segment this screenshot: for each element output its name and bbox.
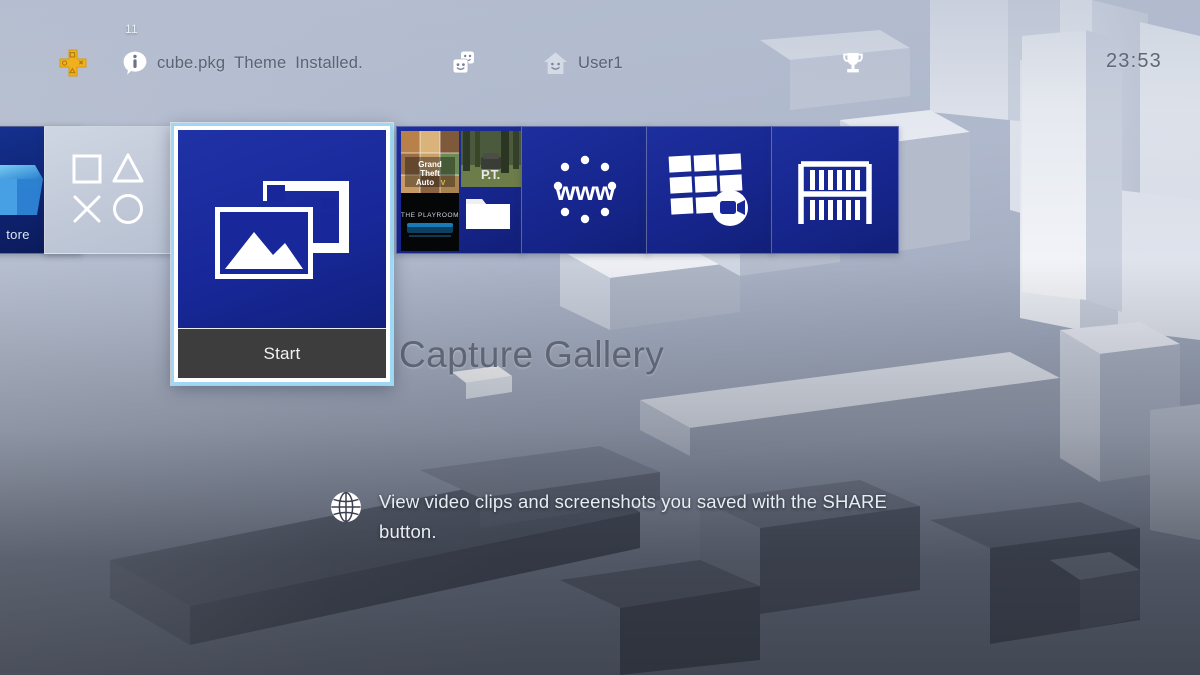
svg-text:THE PLAYROOM: THE PLAYROOM: [401, 212, 459, 219]
game-thumbnails-grid: Grand Theft Auto V P.T. THE PLAYROOM: [401, 131, 521, 251]
start-button-label: Start: [263, 343, 301, 363]
page-title: Capture Gallery: [399, 334, 665, 375]
svg-text:www: www: [554, 176, 615, 206]
selection-description: View video clips and screenshots you sav…: [330, 487, 940, 547]
notification-file-name: cube.pkg: [157, 53, 226, 72]
tile-live-from-playstation[interactable]: [646, 126, 774, 254]
trophy-icon[interactable]: [840, 46, 866, 80]
description-text: View video clips and screenshots you sav…: [379, 491, 887, 542]
top-status-bar: 11 cube.pkg Theme Installed. User1 23:53: [0, 0, 1200, 100]
thumbnail-pt[interactable]: P.T.: [461, 131, 521, 187]
notification-status: Installed.: [295, 53, 363, 72]
notification-text: cube.pkg Theme Installed.: [157, 54, 372, 73]
user-name-label: User1: [578, 53, 623, 72]
tile-capture-gallery-inner: Start: [177, 129, 387, 379]
bookshelf-icon: [772, 127, 898, 253]
folder-icon[interactable]: [464, 193, 512, 238]
svg-text:P.T.: P.T.: [481, 167, 500, 182]
notification-item[interactable]: 11 cube.pkg Theme Installed.: [122, 22, 372, 80]
playstation-shapes-icon: [45, 127, 171, 253]
tile-library[interactable]: [771, 126, 899, 254]
home-user-item[interactable]: User1: [542, 46, 623, 80]
globe-icon: [330, 491, 362, 528]
tile-internet-browser[interactable]: www: [521, 126, 649, 254]
system-clock: 23:53: [1105, 50, 1162, 72]
thumbnail-the-playroom[interactable]: THE PLAYROOM: [401, 193, 459, 251]
notification-badge: 11: [125, 22, 138, 36]
tile-whats-new[interactable]: [44, 126, 172, 254]
tile-capture-gallery[interactable]: Start: [171, 123, 393, 385]
info-bubble-icon: [123, 51, 147, 75]
friends-faces-icon[interactable]: [450, 46, 478, 80]
ps-plus-icon[interactable]: [58, 46, 88, 80]
svg-text:Auto: Auto: [416, 178, 434, 187]
capture-gallery-icon: [178, 130, 386, 330]
notification-item-type: Theme: [234, 53, 287, 72]
svg-text:V: V: [441, 180, 446, 187]
tile-recently-played[interactable]: Grand Theft Auto V P.T. THE PLAYROOM: [396, 126, 524, 254]
start-button[interactable]: Start: [178, 328, 386, 378]
www-browser-icon: www: [522, 127, 648, 253]
home-user-icon: [544, 51, 567, 74]
svg-text:Grand: Grand: [418, 160, 442, 169]
svg-text:Theft: Theft: [420, 169, 440, 178]
live-broadcast-grid-icon: [647, 127, 773, 253]
